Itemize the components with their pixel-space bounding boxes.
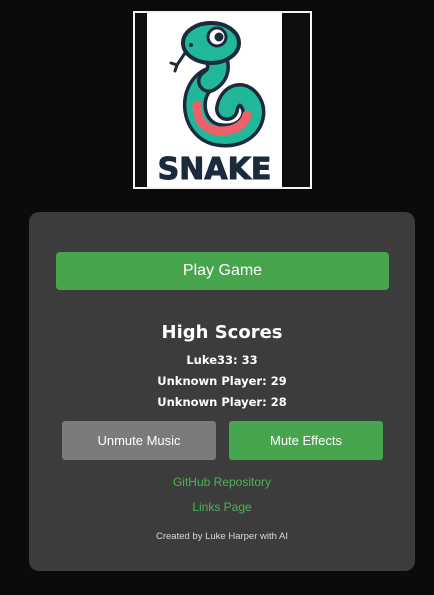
links-page-link[interactable]: Links Page bbox=[29, 500, 415, 514]
high-score-entry: Luke33: 33 bbox=[186, 353, 258, 367]
high-scores-title: High Scores bbox=[161, 322, 283, 343]
snake-logo: SNAKE bbox=[133, 11, 312, 189]
game-menu-page: SNAKE Play Game High Scores Luke33: 33 U… bbox=[0, 0, 434, 595]
github-repository-link[interactable]: GitHub Repository bbox=[29, 475, 415, 489]
credit-text: Created by Luke Harper with AI bbox=[155, 531, 288, 542]
play-game-button[interactable]: Play Game bbox=[56, 252, 389, 290]
snake-icon: SNAKE bbox=[157, 21, 272, 187]
menu-panel: Play Game High Scores Luke33: 33 Unknown… bbox=[29, 212, 415, 571]
high-scores-list: Luke33: 33 Unknown Player: 29 Unknown Pl… bbox=[29, 350, 415, 413]
unmute-music-button[interactable]: Unmute Music bbox=[62, 421, 216, 460]
high-score-entry: Unknown Player: 29 bbox=[157, 374, 287, 388]
high-score-entry: Unknown Player: 28 bbox=[157, 395, 287, 409]
snake-logo-art: SNAKE bbox=[147, 13, 282, 187]
snake-wordmark: SNAKE bbox=[158, 152, 272, 187]
mute-effects-button[interactable]: Mute Effects bbox=[229, 421, 383, 460]
